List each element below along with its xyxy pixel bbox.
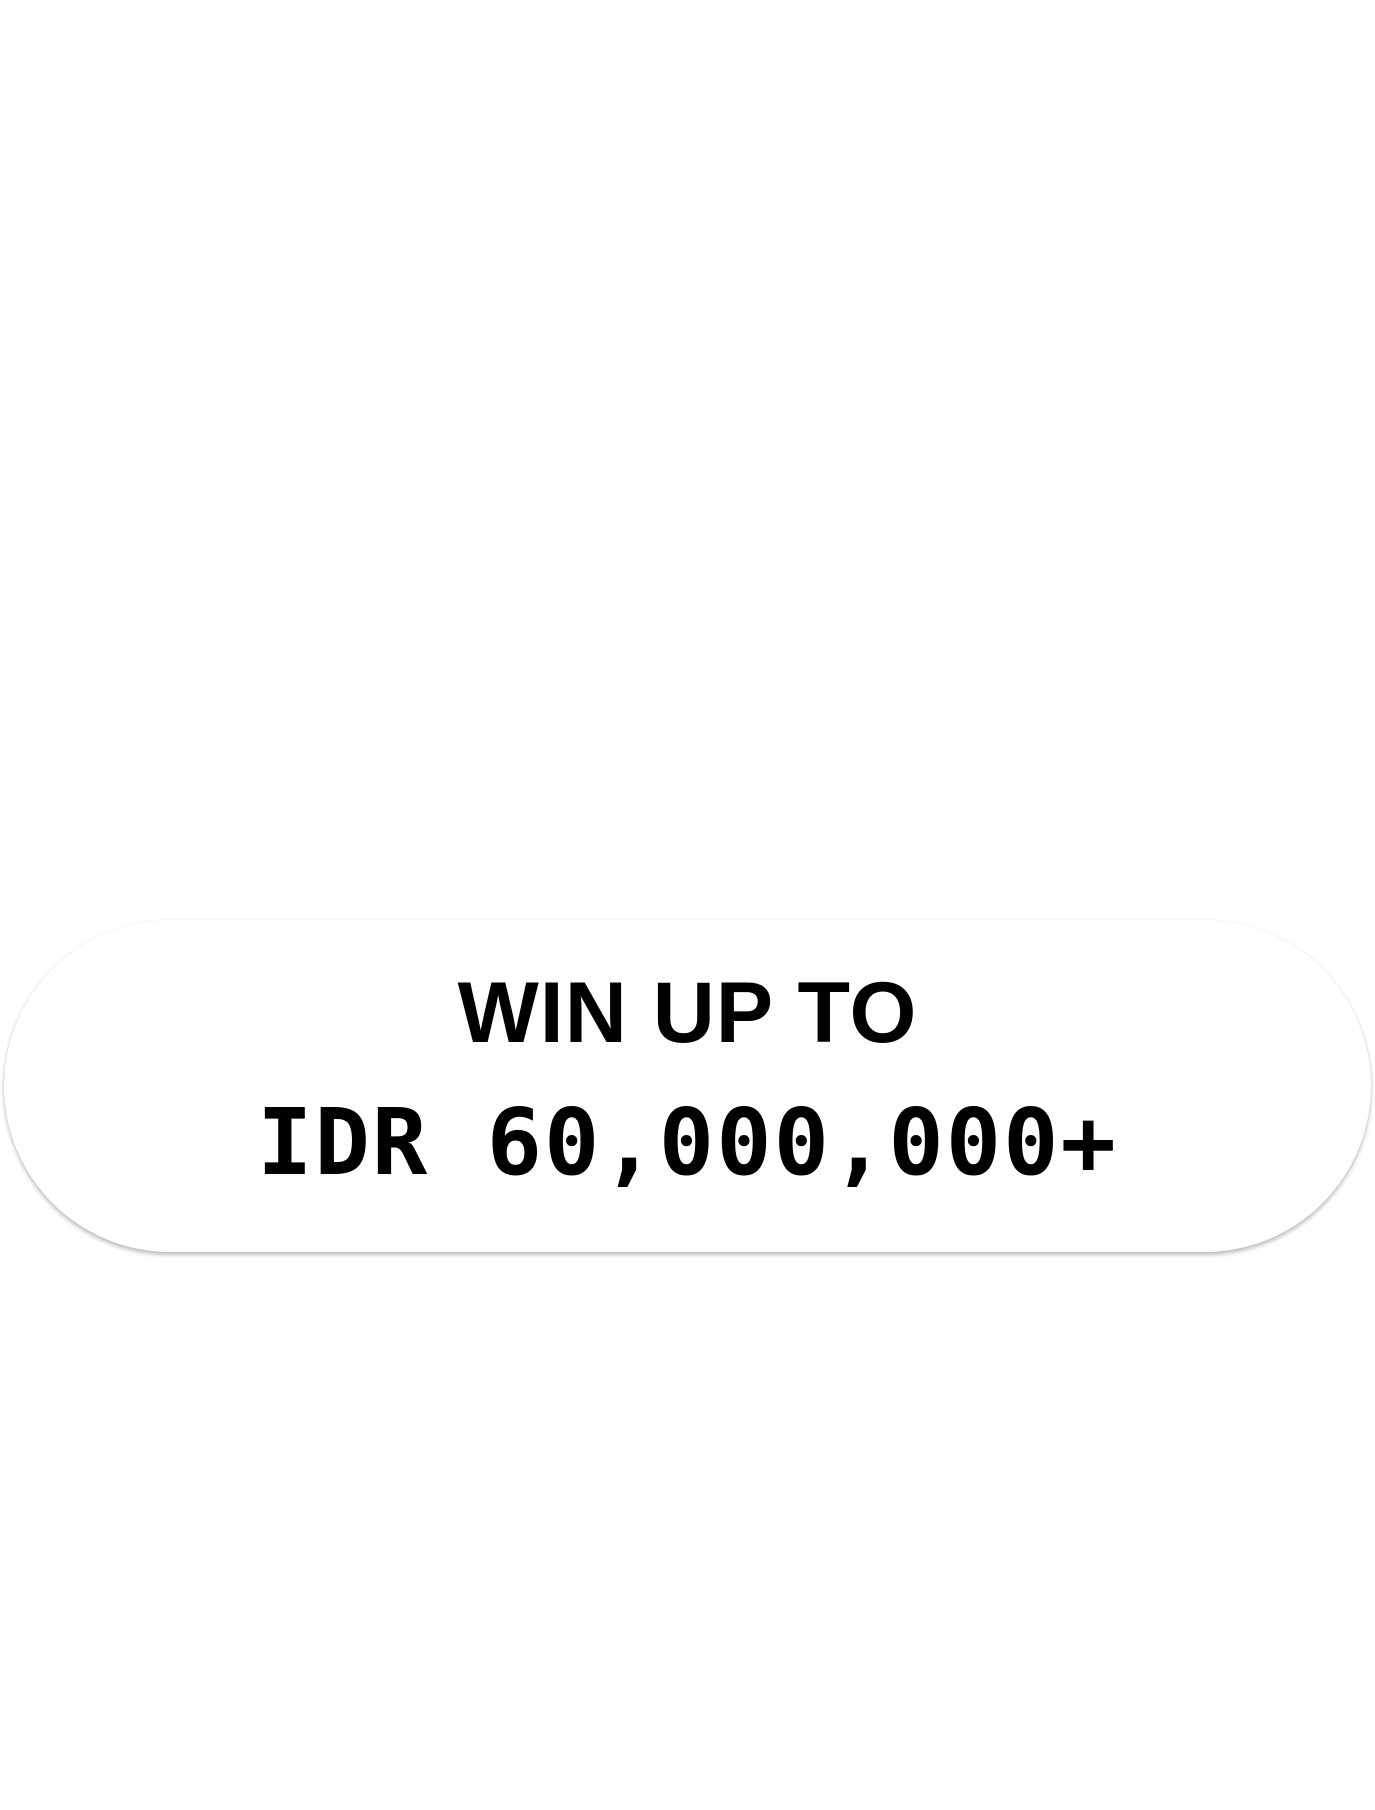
headline-win-up-to: WIN UP TO (457, 965, 918, 1061)
prize-amount: IDR 60,000,000+ (257, 1089, 1118, 1196)
page: WIN UP TO IDR 60,000,000+ (0, 0, 1375, 1810)
